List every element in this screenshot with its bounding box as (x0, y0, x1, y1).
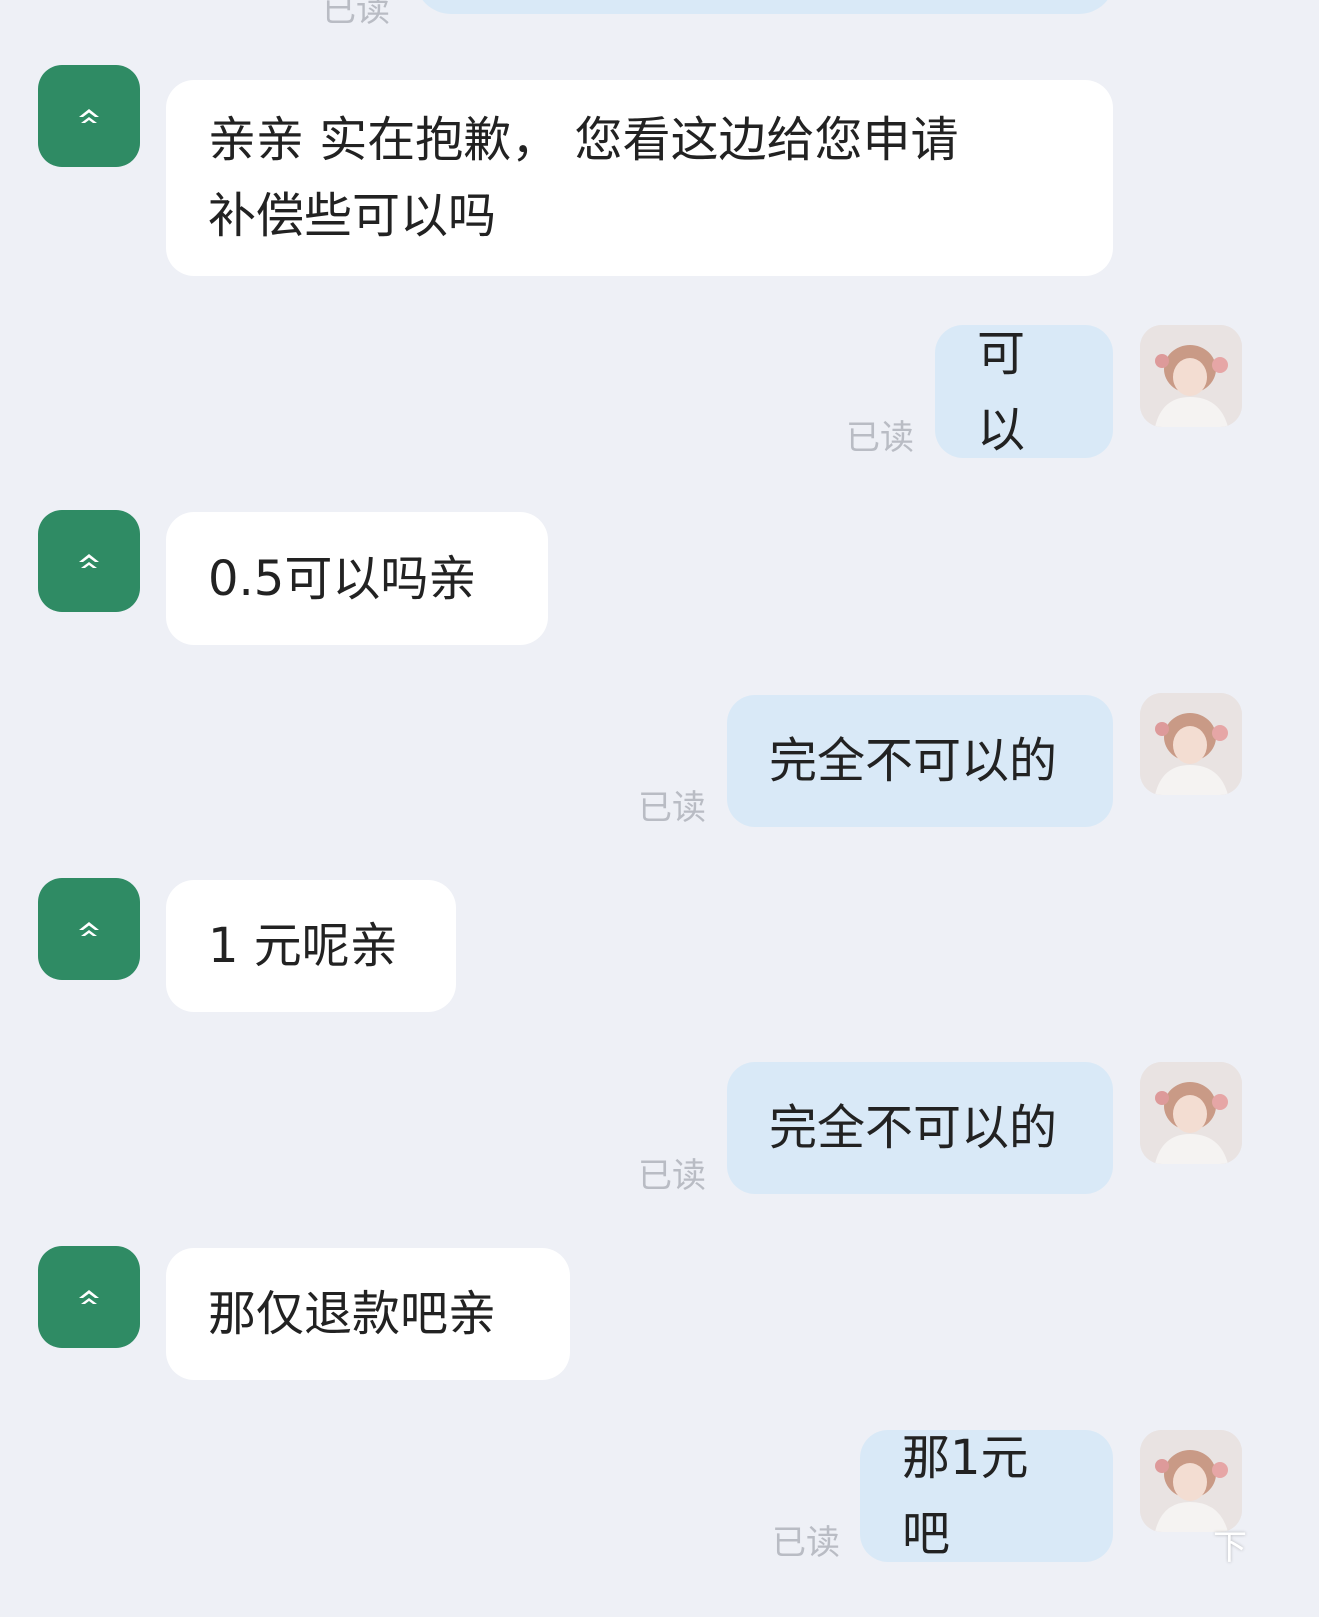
message-bubble-incoming[interactable]: 1 元呢亲 (166, 880, 456, 1012)
message-text: 0.5可以吗亲 (208, 550, 477, 607)
shop-logo-icon (79, 554, 99, 568)
shop-avatar-icon[interactable] (38, 878, 140, 980)
user-photo-avatar (1140, 693, 1242, 795)
user-photo-avatar (1140, 1430, 1242, 1532)
user-photo-avatar (1140, 1062, 1242, 1164)
message-bubble-outgoing[interactable]: 完全不可以的 (727, 1062, 1113, 1194)
message-bubble-outgoing[interactable]: 那1元吧 (860, 1430, 1113, 1562)
read-status: 已读 (322, 0, 390, 30)
shop-logo-icon (79, 1290, 99, 1304)
shop-avatar-icon[interactable] (38, 1246, 140, 1348)
user-photo-avatar (1140, 325, 1242, 427)
shop-avatar-icon[interactable] (38, 65, 140, 167)
message-text: 完全不可以的 (769, 733, 1058, 789)
shop-logo-icon (79, 922, 99, 936)
previous-outgoing-bubble[interactable] (415, 0, 1115, 14)
message-text: 可以 (977, 325, 1026, 458)
read-status: 已读 (638, 788, 706, 828)
shop-logo-icon (79, 109, 99, 123)
message-bubble-incoming[interactable]: 那仅退款吧亲 (166, 1248, 570, 1380)
message-text: 那1元吧 (902, 1430, 1029, 1562)
user-avatar[interactable] (1140, 693, 1242, 795)
user-avatar[interactable] (1140, 1430, 1242, 1532)
message-line: 亲亲 实在抱歉， 您看这边给您申请 (208, 112, 959, 168)
message-text: 那仅退款吧亲 (208, 1286, 497, 1342)
user-avatar[interactable] (1140, 325, 1242, 427)
chat-thread: 已读 亲亲 实在抱歉， 您看这边给您申请 补偿些可以吗 已读 可以 0.5可以吗… (0, 0, 1319, 1617)
shop-avatar-icon[interactable] (38, 510, 140, 612)
message-bubble-outgoing[interactable]: 可以 (935, 325, 1113, 458)
corner-watermark-text: 下 (1213, 1528, 1247, 1568)
message-text: 1 元呢亲 (208, 918, 398, 974)
user-avatar[interactable] (1140, 1062, 1242, 1164)
read-status: 已读 (772, 1523, 840, 1563)
message-bubble-incoming[interactable]: 0.5可以吗亲 (166, 512, 548, 645)
message-bubble-incoming[interactable]: 亲亲 实在抱歉， 您看这边给您申请 补偿些可以吗 (166, 80, 1113, 276)
read-status: 已读 (846, 418, 914, 458)
message-bubble-outgoing[interactable]: 完全不可以的 (727, 695, 1113, 827)
message-line: 补偿些可以吗 (208, 188, 497, 244)
read-status: 已读 (638, 1156, 706, 1196)
message-text: 完全不可以的 (769, 1100, 1058, 1156)
